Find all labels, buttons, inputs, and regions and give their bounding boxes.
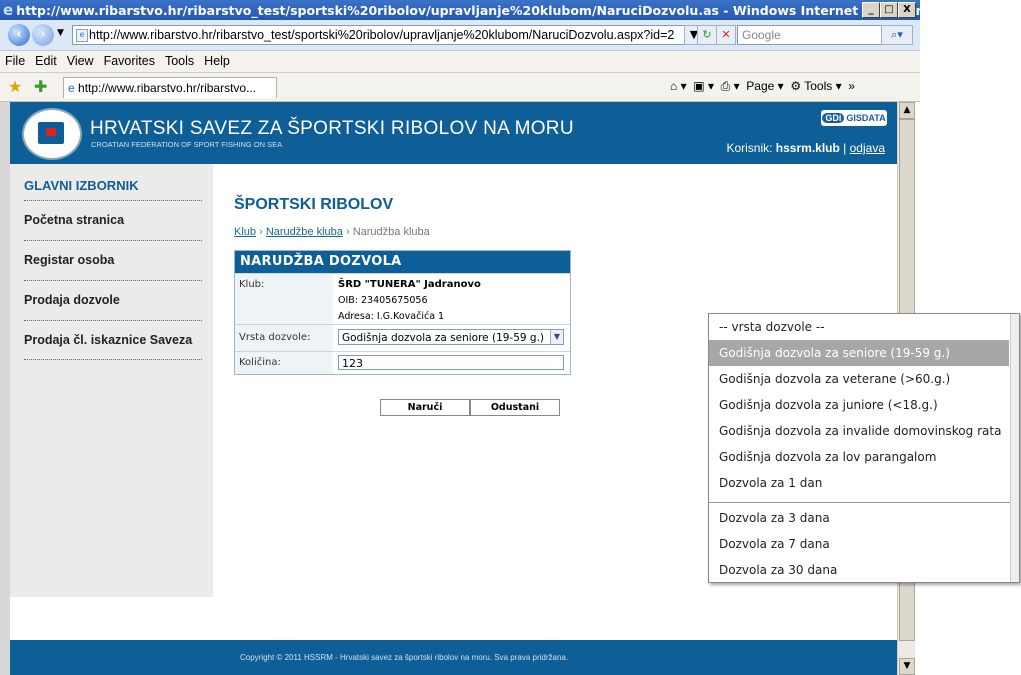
- window-title-bar: e http://www.ribarstvo.hr/ribarstvo_test…: [0, 0, 920, 20]
- klub-adresa: Adresa: I.G.Kovačića 1: [338, 311, 445, 322]
- gdi-gisdata-logo: GDi GISDATA: [821, 110, 887, 126]
- page-icon: e: [76, 29, 88, 42]
- address-input[interactable]: e http://www.ribarstvo.hr/ribarstvo_test…: [72, 25, 700, 45]
- menu-bar: File Edit View Favorites Tools Help: [0, 51, 920, 73]
- kolicina-row: Količina: 123: [235, 351, 570, 374]
- sidebar-item-pocetna[interactable]: Početna stranica: [24, 200, 202, 239]
- user-label: Korisnik:: [726, 141, 773, 155]
- breadcrumb-current: Narudžba kluba: [352, 226, 430, 238]
- vrsta-selected-value: Godišnja dozvola za seniore (19-59 g.): [342, 332, 545, 344]
- print-icon[interactable]: ⎙ ▾: [721, 79, 740, 93]
- footer-copyright: Copyright © 2011 HSSRM - Hrvatski savez …: [10, 640, 897, 675]
- dropdown-scrollbar[interactable]: [1010, 314, 1019, 582]
- chevron-more-icon[interactable]: »: [848, 79, 855, 93]
- feeds-icon[interactable]: ▣ ▾: [693, 79, 714, 93]
- user-name: hssrm.klub: [775, 141, 840, 155]
- sidebar-item-prodaja-dozvole[interactable]: Prodaja dozvole: [24, 280, 202, 319]
- breadcrumb: Klub › Narudžbe kluba › Narudžba kluba: [234, 226, 430, 238]
- window-title: http://www.ribarstvo.hr/ribarstvo_test/s…: [16, 2, 920, 18]
- odustani-button[interactable]: Odustani: [470, 399, 560, 416]
- naruci-button[interactable]: Naruči: [380, 399, 470, 416]
- sidebar-item-registar[interactable]: Registar osoba: [24, 240, 202, 279]
- add-favorites-icon[interactable]: ✚: [34, 77, 47, 97]
- vrsta-label: Vrsta dozvole:: [235, 325, 333, 351]
- favorites-star-icon[interactable]: ★: [8, 77, 22, 97]
- scroll-up-icon[interactable]: ▲: [899, 102, 915, 119]
- dropdown-option[interactable]: Dozvola za 30 dana: [709, 557, 1009, 583]
- search-icon[interactable]: ⌕▾: [881, 25, 913, 45]
- dropdown-option-selected[interactable]: Godišnja dozvola za seniore (19-59 g.): [709, 340, 1009, 366]
- dropdown-option[interactable]: -- vrsta dozvole --: [709, 314, 1009, 340]
- page-menu-button[interactable]: Page ▾: [746, 79, 783, 93]
- address-toolbar: ‹ › ▼ e http://www.ribarstvo.hr/ribarstv…: [0, 20, 920, 51]
- tab-page-icon: e: [68, 81, 75, 95]
- maximize-button[interactable]: □: [880, 2, 898, 18]
- federation-logo: [22, 108, 82, 160]
- address-url: http://www.ribarstvo.hr/ribarstvo_test/s…: [89, 28, 675, 42]
- form-heading: NARUDŽBA DOZVOLA: [235, 251, 570, 273]
- dropdown-option[interactable]: Godišnja dozvola za juniore (<18.g.): [709, 392, 1009, 418]
- scroll-down-icon[interactable]: ▼: [899, 658, 915, 675]
- tab-label: http://www.ribarstvo.hr/ribarstvo...: [78, 81, 257, 95]
- forward-icon[interactable]: ›: [32, 24, 54, 46]
- breadcrumb-narudzbe[interactable]: Narudžbe kluba: [266, 226, 343, 238]
- breadcrumb-klub[interactable]: Klub: [234, 226, 256, 238]
- menu-file[interactable]: File: [0, 51, 30, 68]
- menu-help[interactable]: Help: [199, 51, 235, 68]
- command-bar: ⌂ ▾ ▣ ▾ ⎙ ▾ Page ▾ ⚙ Tools ▾ »: [670, 79, 855, 94]
- dropdown-option[interactable]: Dozvola za 1 dan: [709, 470, 1009, 496]
- kolicina-input[interactable]: 123: [338, 355, 564, 370]
- refresh-icon[interactable]: ↻: [697, 25, 717, 45]
- chevron-down-icon[interactable]: ▼: [550, 330, 563, 344]
- back-icon[interactable]: ‹: [8, 24, 30, 46]
- vrsta-dozvole-select[interactable]: Godišnja dozvola za seniore (19-59 g.) ▼: [338, 329, 564, 345]
- site-subtitle: CROATIAN FEDERATION OF SPORT FISHING ON …: [91, 140, 283, 149]
- site-title: HRVATSKI SAVEZ ZA ŠPORTSKI RIBOLOV NA MO…: [90, 118, 574, 139]
- favorites-bar: ★ ✚ e http://www.ribarstvo.hr/ribarstvo.…: [0, 73, 920, 102]
- search-input[interactable]: Google: [737, 25, 883, 45]
- site-header: HRVATSKI SAVEZ ZA ŠPORTSKI RIBOLOV NA MO…: [10, 102, 897, 164]
- menu-favorites[interactable]: Favorites: [99, 51, 160, 68]
- page-menu-label: Page: [746, 79, 775, 93]
- menu-tools[interactable]: Tools: [160, 51, 199, 68]
- sidebar-item-prodaja-iskaznice[interactable]: Prodaja čl. iskaznice Saveza: [24, 320, 202, 360]
- tools-menu-label: Tools: [804, 79, 833, 93]
- stop-icon[interactable]: ✕: [716, 25, 736, 45]
- minimize-button[interactable]: _: [862, 2, 880, 18]
- dropdown-option[interactable]: Godišnja dozvola za invalide domovinskog…: [709, 418, 1009, 444]
- history-dropdown-icon[interactable]: ▼: [57, 28, 64, 38]
- tools-menu-button[interactable]: ⚙ Tools ▾: [790, 79, 841, 93]
- sidebar: GLAVNI IZBORNIK Početna stranica Regista…: [10, 164, 213, 597]
- home-icon[interactable]: ⌂ ▾: [670, 79, 687, 93]
- dropdown-divider: [709, 496, 1011, 503]
- vrsta-dozvole-dropdown-list[interactable]: -- vrsta dozvole -- Godišnja dozvola za …: [708, 313, 1020, 583]
- sidebar-title: GLAVNI IZBORNIK: [24, 178, 139, 193]
- vrsta-row: Vrsta dozvole: Godišnja dozvola za senio…: [235, 324, 570, 351]
- logout-link[interactable]: odjava: [850, 141, 885, 155]
- order-form: NARUDŽBA DOZVOLA Klub: ŠRD "TUNERA" Jadr…: [234, 250, 571, 375]
- user-info: Korisnik: hssrm.klub | odjava: [726, 141, 885, 155]
- close-button[interactable]: X: [898, 2, 916, 18]
- kolicina-label: Količina:: [235, 352, 333, 374]
- browser-tab[interactable]: e http://www.ribarstvo.hr/ribarstvo...: [63, 77, 277, 98]
- left-frame-edge: [0, 102, 10, 675]
- dropdown-option[interactable]: Dozvola za 7 dana: [709, 531, 1009, 557]
- klub-oib: OIB: 23405675056: [338, 295, 428, 306]
- dropdown-option[interactable]: Godišnja dozvola za lov parangalom: [709, 444, 1009, 470]
- klub-row: Klub: ŠRD "TUNERA" Jadranovo OIB: 234056…: [235, 273, 570, 324]
- menu-edit[interactable]: Edit: [30, 51, 62, 68]
- ie-logo-icon: e: [3, 1, 14, 19]
- klub-name: ŠRD "TUNERA" Jadranovo: [338, 279, 481, 290]
- dropdown-option[interactable]: Dozvola za 3 dana: [709, 505, 1009, 531]
- menu-view[interactable]: View: [62, 51, 99, 68]
- page-title: ŠPORTSKI RIBOLOV: [234, 196, 394, 213]
- klub-label: Klub:: [235, 274, 333, 324]
- dropdown-option[interactable]: Godišnja dozvola za veterane (>60.g.): [709, 366, 1009, 392]
